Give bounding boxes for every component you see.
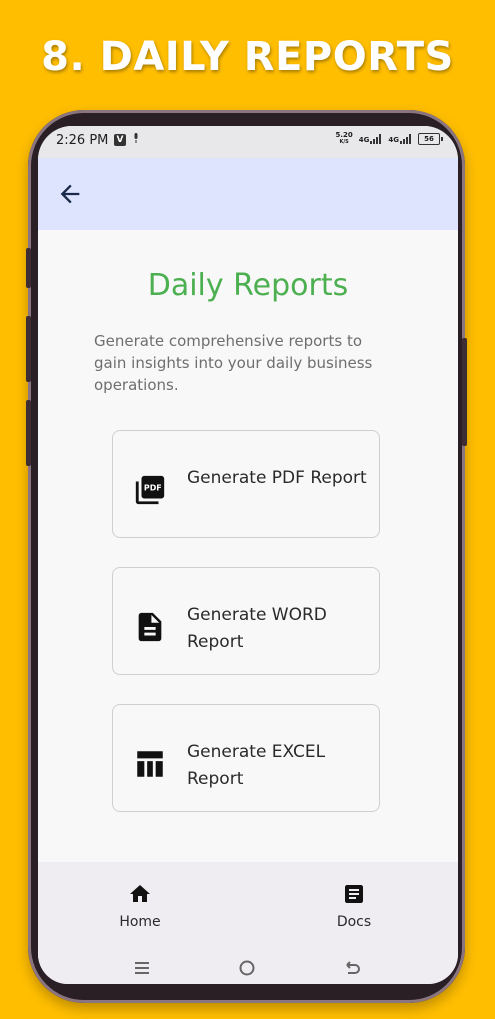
phone-side-button <box>26 248 31 288</box>
net-speed: 5.20 K/S <box>335 132 352 146</box>
banner-title: 8. DAILY REPORTS <box>41 34 454 80</box>
net-speed-value: 5.20 <box>335 131 353 139</box>
signal-bars-icon <box>370 134 382 144</box>
main-content: Daily Reports Generate comprehensive rep… <box>38 230 458 862</box>
app-bar <box>38 158 458 230</box>
battery-icon: 56 <box>418 133 443 145</box>
bottom-navigation: Home Docs <box>38 862 458 952</box>
nav-docs[interactable]: Docs <box>314 882 394 930</box>
report-label: Generate EXCEL Report <box>187 742 326 789</box>
svg-text:PDF: PDF <box>144 483 162 492</box>
report-label: Generate PDF Report <box>187 468 367 488</box>
signal-icon: 4G <box>388 134 412 144</box>
signal-bars-icon <box>400 134 411 144</box>
nav-docs-label: Docs <box>336 914 372 930</box>
status-bar: 2:26 PM V 5.20 K/S 4G 4G 56 <box>38 126 458 158</box>
battery-level: 56 <box>424 135 434 143</box>
phone-side-button <box>26 316 31 382</box>
v-app-icon: V <box>114 134 126 146</box>
nav-home-label: Home <box>119 914 161 930</box>
phone-side-button <box>462 338 467 446</box>
report-label: Generate WORD Report <box>187 605 327 652</box>
nav-home[interactable]: Home <box>100 882 180 930</box>
system-navigation-bar <box>38 952 458 984</box>
pdf-icon: PDF <box>135 475 165 505</box>
back-icon[interactable] <box>342 958 362 978</box>
page-description: Generate comprehensive reports to gain i… <box>94 332 373 394</box>
home-icon <box>130 885 150 902</box>
signal-label: 4G <box>358 136 370 144</box>
back-arrow-icon[interactable] <box>56 180 84 208</box>
status-right: 5.20 K/S 4G 4G 56 <box>335 132 443 146</box>
document-icon <box>138 612 162 642</box>
phone-screen: 2:26 PM V 5.20 K/S 4G 4G 56 Daily Report… <box>38 126 458 984</box>
phone-side-button <box>26 400 31 466</box>
menu-icon[interactable] <box>132 958 152 978</box>
home-circle-icon[interactable] <box>237 958 257 978</box>
generate-excel-button[interactable]: Generate EXCEL Report <box>112 704 380 812</box>
generate-word-button[interactable]: Generate WORD Report <box>112 567 380 675</box>
docs-icon <box>345 885 363 903</box>
table-icon <box>137 751 163 777</box>
mic-icon <box>134 133 138 143</box>
status-time: 2:26 PM <box>56 133 109 148</box>
signal-icon: 4G <box>359 134 383 144</box>
signal-label: 4G <box>388 136 399 144</box>
net-speed-unit: K/S <box>339 139 349 145</box>
page-title: Daily Reports <box>147 268 349 303</box>
generate-pdf-button[interactable]: PDF Generate PDF Report <box>112 430 380 538</box>
